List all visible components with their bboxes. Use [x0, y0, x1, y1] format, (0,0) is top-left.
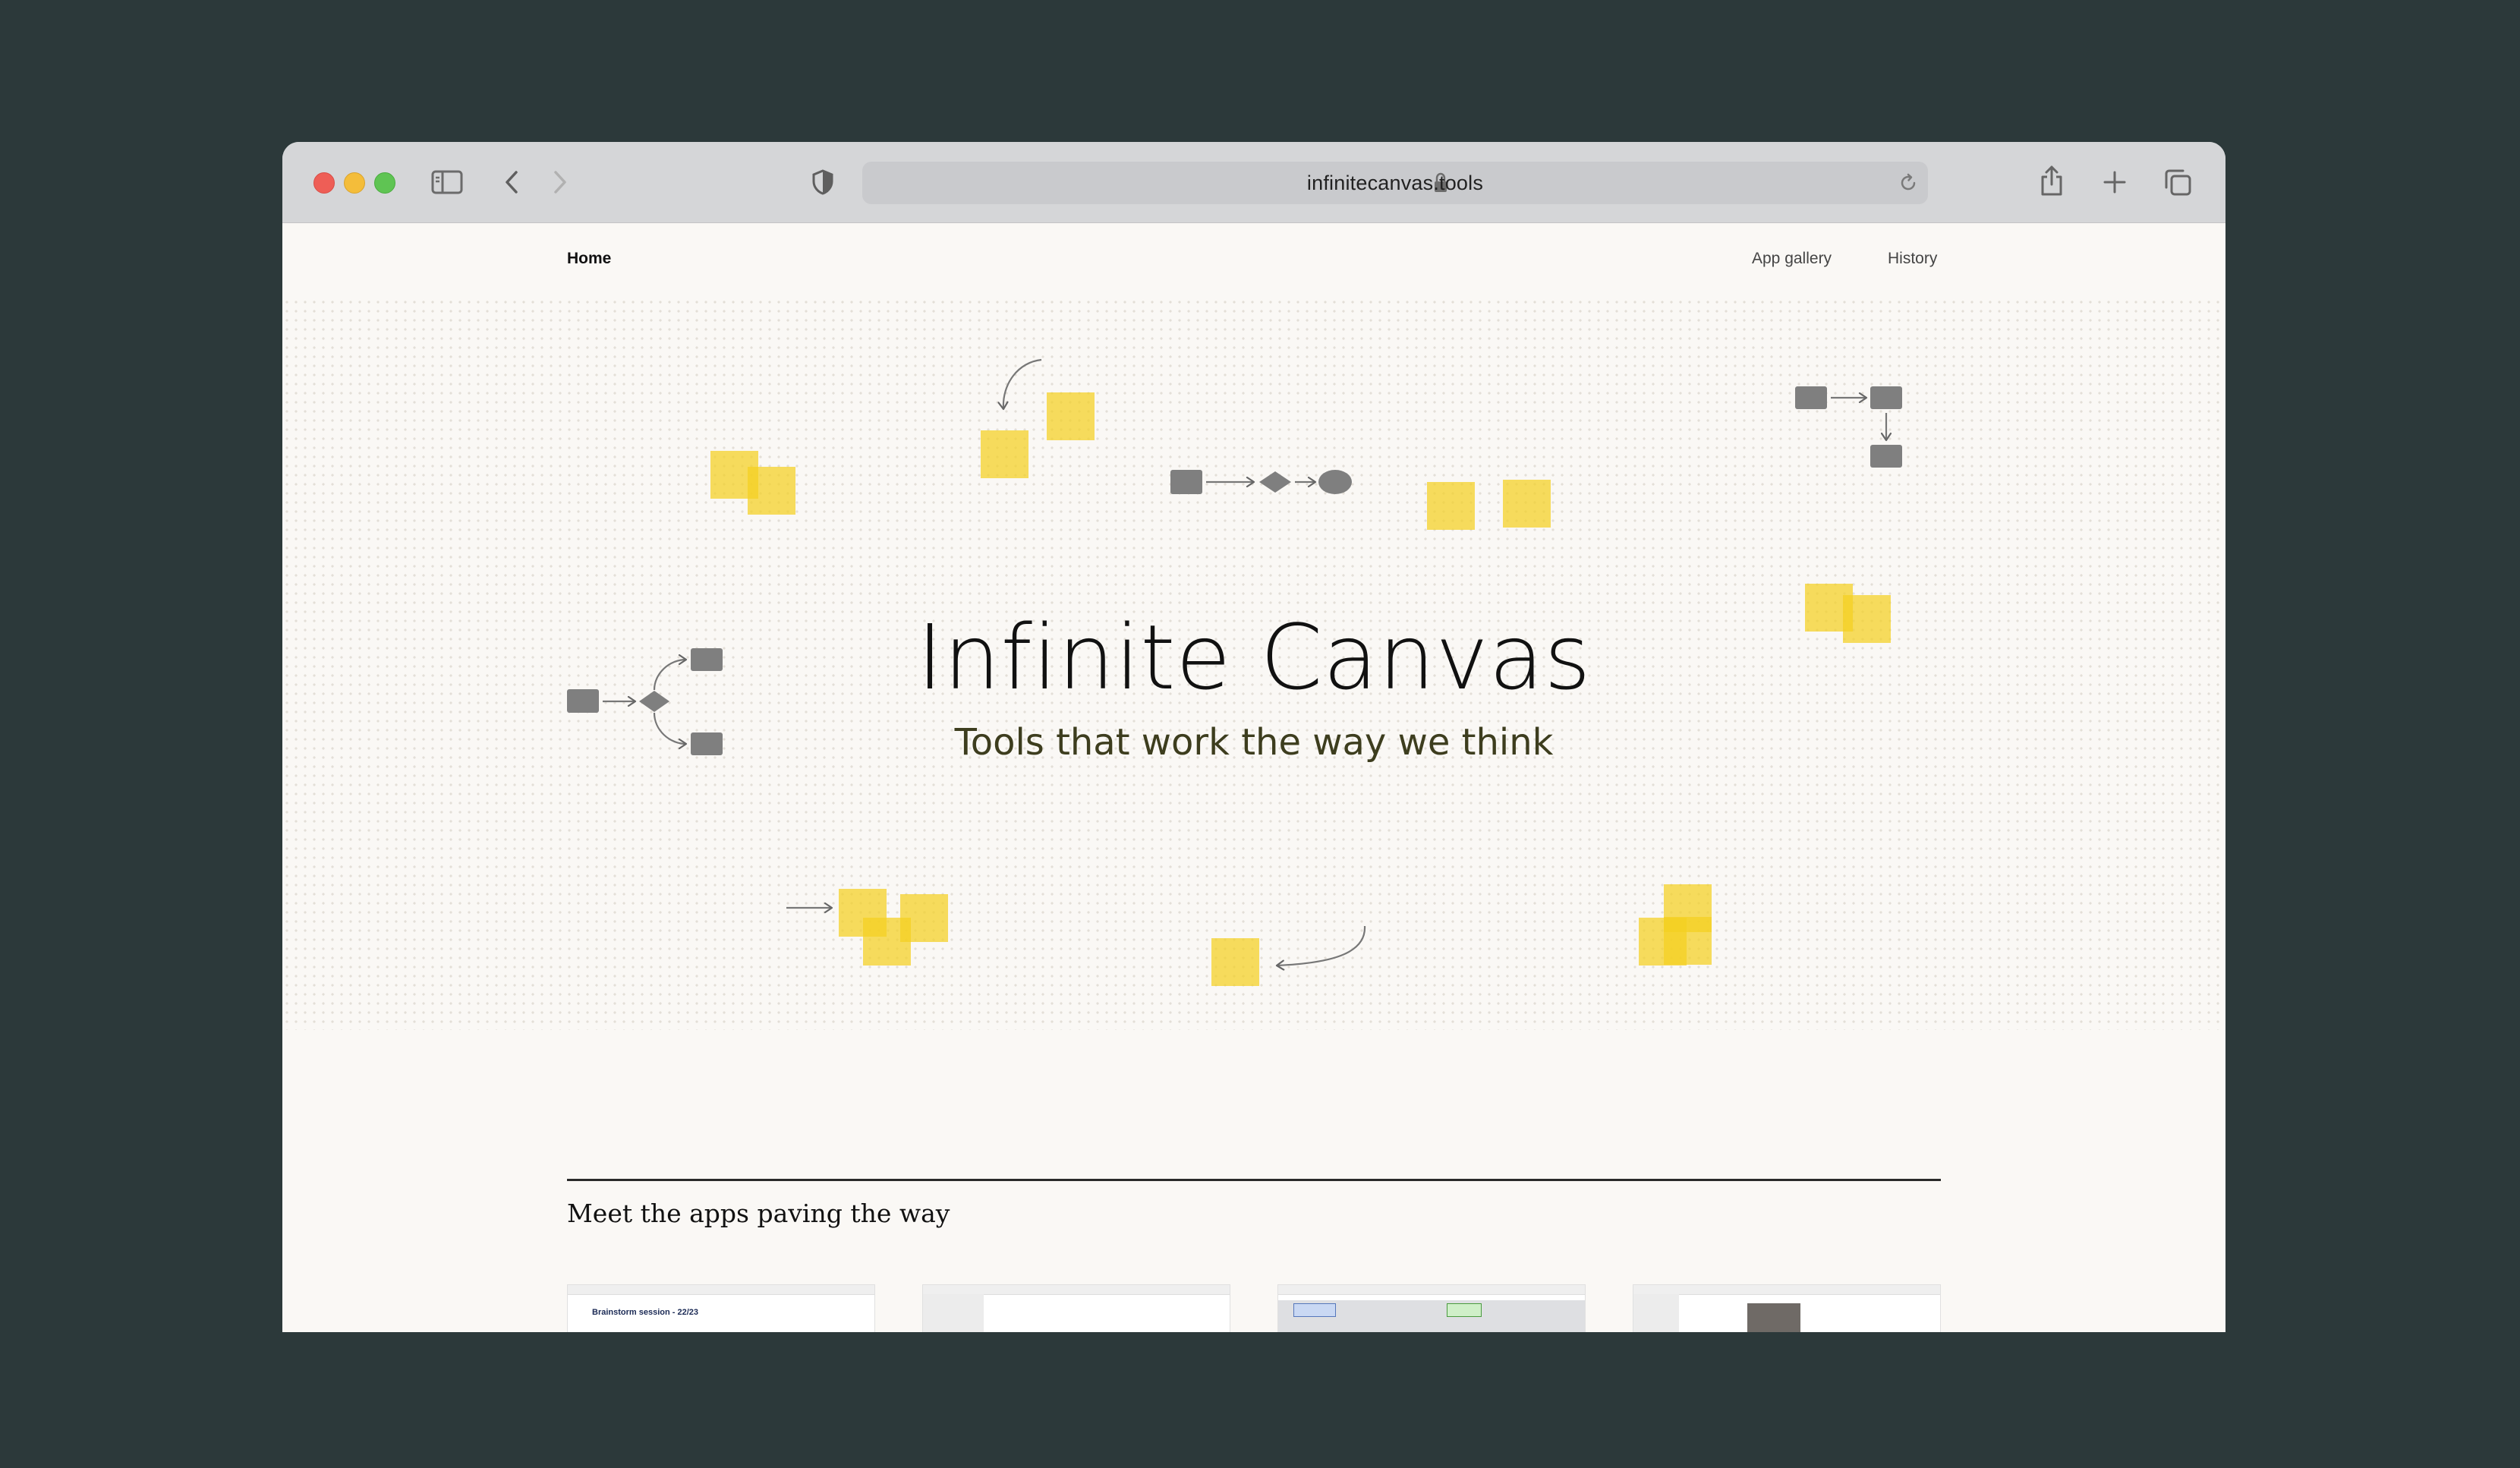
thumbnail-tag [1293, 1303, 1336, 1317]
thumbnail-toolbar [1278, 1285, 1585, 1295]
flow-rect-shape [1795, 386, 1827, 409]
thumbnail-image [1747, 1303, 1800, 1332]
hero-title: Infinite Canvas [916, 605, 1592, 710]
app-thumbnail-card[interactable] [1277, 1284, 1586, 1332]
thumbnail-tag [1447, 1303, 1482, 1317]
flow-rect-shape [1870, 386, 1902, 409]
thumbnail-toolbar [1633, 1285, 1940, 1295]
flow-rect-shape [1870, 445, 1902, 468]
flow-diamond-shape [1259, 471, 1291, 493]
app-thumbnail-card[interactable] [1633, 1284, 1941, 1332]
thumbnail-toolbar [568, 1285, 874, 1295]
section-divider [567, 1179, 1941, 1181]
app-thumbnail-card[interactable] [922, 1284, 1230, 1332]
flow-ellipse-shape [1318, 470, 1352, 494]
browser-window: infinitecanvas.tools Home App gallery Hi… [282, 142, 2225, 1332]
thumbnail-sidebar [1633, 1294, 1679, 1332]
thumbnail-caption: Brainstorm session - 22/23 [592, 1308, 699, 1317]
app-thumbnail-card[interactable]: Brainstorm session - 22/23 [567, 1284, 875, 1332]
thumbnail-sidebar [923, 1294, 984, 1332]
flow-rect-shape [1170, 470, 1202, 494]
section-title: Meet the apps paving the way [567, 1199, 950, 1228]
hero-subtitle: Tools that work the way we think [954, 721, 1554, 764]
